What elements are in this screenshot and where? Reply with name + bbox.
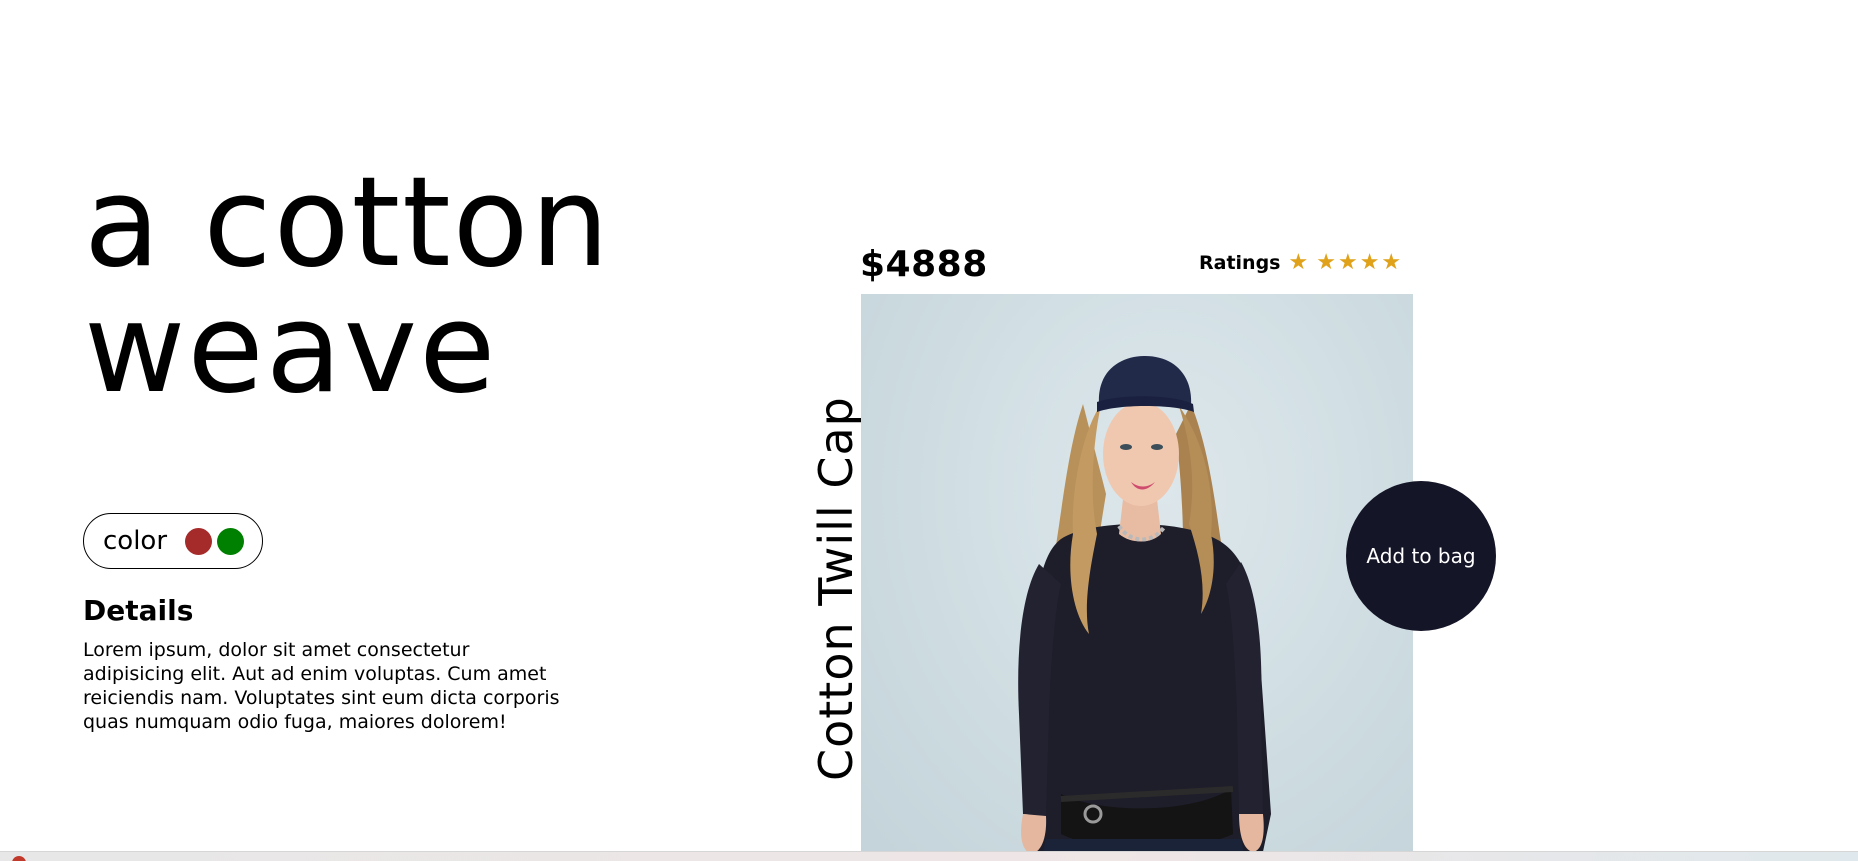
app-icon[interactable]	[12, 856, 26, 861]
product-price: $4888	[860, 244, 988, 285]
hero-line-2: weave	[84, 277, 498, 421]
hero-line-1: a cotton	[84, 151, 612, 295]
product-name: Cotton Twill Cap	[809, 396, 863, 781]
product-image	[861, 294, 1413, 861]
star-icon: ★	[1381, 250, 1402, 275]
star-icon: ★	[1316, 250, 1336, 275]
star-icon: ★	[1288, 250, 1309, 275]
color-swatch-green[interactable]	[217, 527, 245, 555]
taskbar-strip	[0, 851, 1858, 861]
model-photo-illustration	[1018, 356, 1271, 861]
product-page: a cotton weave color Details Lorem ipsum…	[0, 0, 1858, 861]
details-description: Lorem ipsum, dolor sit amet consectetur …	[83, 639, 560, 733]
ratings: Ratings ★ ★ ★ ★ ★	[1199, 250, 1403, 275]
star-icon: ★	[1337, 250, 1358, 275]
star-icon: ★	[1359, 250, 1380, 275]
color-picker: color	[83, 513, 263, 569]
add-to-bag-button[interactable]: Add to bag	[1346, 481, 1496, 631]
color-swatch-red[interactable]	[185, 527, 213, 555]
details-heading: Details	[83, 594, 194, 627]
ratings-label: Ratings	[1199, 252, 1281, 274]
hero-heading: a cotton weave	[84, 160, 611, 412]
color-label: color	[103, 526, 168, 556]
